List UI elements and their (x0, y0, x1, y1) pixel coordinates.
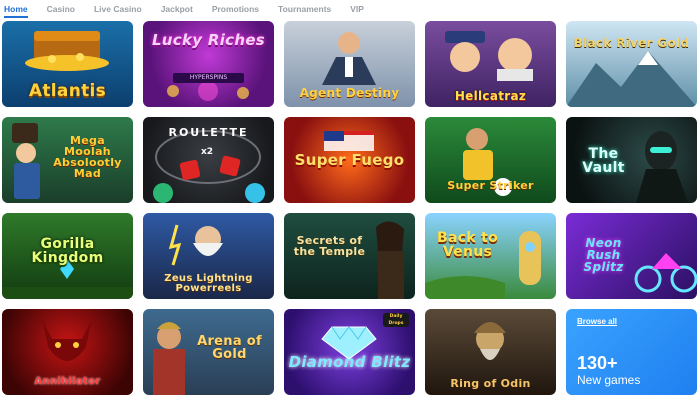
nav-tournaments[interactable]: Tournaments (278, 2, 331, 16)
game-tile-diamond-blitz[interactable]: Daily Drops Diamond Blitz (284, 309, 415, 395)
nav-promotions[interactable]: Promotions (212, 2, 259, 16)
game-title: Ring of Odin (450, 377, 531, 390)
game-tile-zeus-lightning-powerreels[interactable]: Zeus Lightning Powerreels (143, 213, 274, 299)
game-tile-hellcatraz[interactable]: Hellcatraz (425, 21, 556, 107)
game-title: Lucky Riches (151, 31, 266, 49)
game-title: Super Fuego (294, 151, 405, 169)
game-title: The Vault (582, 146, 625, 176)
mountain-icon (566, 51, 697, 107)
game-tile-arena-of-gold[interactable]: Arena of Gold (143, 309, 274, 395)
game-tile-agent-destiny[interactable]: Agent Destiny (284, 21, 415, 107)
game-title: Gorilla Kingdom (31, 236, 104, 266)
top-navigation: Home Casino Live Casino Jackpot Promotio… (0, 0, 700, 18)
game-tile-black-river-gold[interactable]: Black River Gold (566, 21, 697, 107)
new-games-label: New games (577, 373, 641, 387)
game-title: Secrets of the Temple (293, 234, 366, 258)
game-tile-lucky-riches[interactable]: Lucky Riches HYPERSPINS (143, 21, 274, 107)
game-badge: Daily Drops (383, 313, 409, 327)
game-title: Arena of Gold (197, 334, 262, 362)
game-title: Agent Destiny (299, 86, 400, 100)
game-title: Back to Venus (436, 230, 498, 260)
game-tile-secrets-of-the-temple[interactable]: Secrets of the Temple (284, 213, 415, 299)
game-title: Super Striker (447, 179, 534, 192)
game-title: Mega Moolah Absolootly Mad (53, 134, 122, 180)
nav-vip[interactable]: VIP (350, 2, 364, 16)
game-title: ROULETTE (168, 126, 249, 139)
game-title: Annihilator (34, 376, 101, 387)
nav-live-casino[interactable]: Live Casino (94, 2, 142, 16)
game-tile-back-to-venus[interactable]: Back to Venus (425, 213, 556, 299)
game-tile-annihilator[interactable]: Annihilator (2, 309, 133, 395)
game-badge: x2 (201, 147, 214, 157)
game-title: Black River Gold (573, 36, 690, 50)
game-tile-super-striker[interactable]: Super Striker (425, 117, 556, 203)
game-badge: HYPERSPINS (173, 73, 244, 83)
browse-all-link[interactable]: Browse all (577, 317, 617, 326)
game-tile-ring-of-odin[interactable]: Ring of Odin (425, 309, 556, 395)
game-tile-super-fuego[interactable]: Super Fuego (284, 117, 415, 203)
game-tile-gorilla-kingdom[interactable]: Gorilla Kingdom (2, 213, 133, 299)
nav-jackpot[interactable]: Jackpot (161, 2, 193, 16)
game-tile-neon-rush-splitz[interactable]: Neon Rush Splitz (566, 213, 697, 299)
game-title: Neon Rush Splitz (583, 236, 624, 274)
game-tile-atlantis[interactable]: Atlantis (2, 21, 133, 107)
game-tile-mega-moolah-absolootly-mad[interactable]: Mega Moolah Absolootly Mad (2, 117, 133, 203)
browse-all-tile[interactable]: Browse all 130+ New games (566, 309, 697, 395)
game-grid: Atlantis Lucky Riches HYPERSPINS Agent D… (2, 21, 698, 395)
game-title: Zeus Lightning Powerreels (164, 273, 253, 294)
game-title: Atlantis (28, 81, 107, 101)
game-tile-roulette[interactable]: ROULETTE x2 (143, 117, 274, 203)
game-title: Diamond Blitz (288, 353, 411, 371)
nav-casino[interactable]: Casino (47, 2, 75, 16)
new-games-count: 130+ (577, 353, 618, 373)
nav-home[interactable]: Home (4, 2, 28, 18)
game-tile-the-vault[interactable]: The Vault (566, 117, 697, 203)
game-title: Hellcatraz (454, 89, 527, 103)
